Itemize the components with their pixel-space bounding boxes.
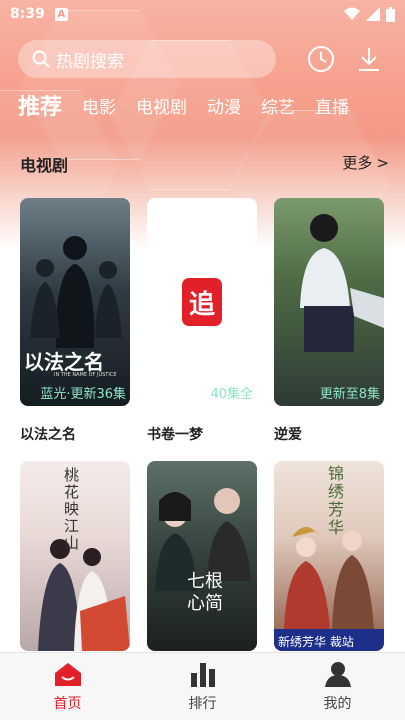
history-button[interactable] — [306, 44, 336, 74]
poster-title: 以法之名 — [24, 350, 104, 374]
more-link[interactable]: 更多 > — [342, 152, 389, 173]
section-title: 电视剧 — [20, 156, 69, 175]
episode-badge: 更新至8集 — [319, 387, 380, 402]
chevron-right-icon: > — [376, 153, 389, 172]
episode-badge: 40集全 — [210, 387, 253, 402]
app-logo-icon: 追 — [182, 278, 222, 326]
status-time: 8:39 — [10, 6, 45, 22]
tab-profile[interactable]: 我的 — [270, 653, 405, 720]
tab-home-label: 首页 — [53, 696, 82, 712]
status-bar: 8:39 A — [0, 0, 405, 28]
search-placeholder: 热剧搜索 — [56, 51, 124, 72]
poster-card[interactable]: 以法之名 IN THE NAME OF JUSTICE 蓝光·更新36集 — [20, 198, 130, 406]
title-label: 书卷一梦 — [147, 427, 203, 443]
ranking-icon — [188, 661, 218, 687]
tab-home[interactable]: 首页 — [0, 653, 135, 720]
episode-badge: 蓝光·更新36集 — [40, 387, 126, 402]
title-label: 以法之名 — [20, 427, 76, 443]
poster-card[interactable]: 七根心简 — [147, 461, 257, 651]
download-icon — [359, 48, 379, 71]
poster-card[interactable]: 追 40集全 — [147, 198, 257, 406]
tab-ranking-label: 排行 — [188, 696, 217, 712]
signal-icon — [366, 7, 380, 21]
tab-live[interactable]: 直播 — [315, 93, 349, 118]
category-tabs: 推荐 电影 电视剧 动漫 综艺 直播 — [18, 88, 349, 122]
poster-card[interactable]: 桃花映江山 — [20, 461, 130, 651]
poster-title: 桃花映江山 — [64, 466, 80, 552]
home-icon — [53, 661, 83, 687]
profile-icon — [323, 661, 353, 687]
tab-profile-label: 我的 — [323, 696, 352, 712]
poster-image — [300, 214, 384, 352]
more-label: 更多 — [342, 154, 373, 172]
wifi-icon — [344, 7, 360, 20]
clock-icon — [308, 46, 334, 72]
tab-movie[interactable]: 电影 — [82, 93, 116, 118]
poster-title: 七根心简 — [187, 571, 223, 614]
poster-image — [155, 488, 251, 591]
search-icon — [32, 50, 50, 68]
poster-card[interactable]: 锦绣芳华 新绣芳华 裁站 — [274, 461, 384, 651]
search-input[interactable]: 热剧搜索 — [18, 40, 276, 78]
tab-anime[interactable]: 动漫 — [207, 93, 241, 118]
poster-banner: 新绣芳华 裁站 — [278, 635, 354, 649]
poster-card[interactable]: 更新至8集 — [274, 198, 384, 406]
tab-recommend[interactable]: 推荐 — [18, 89, 62, 121]
poster-subtitle: IN THE NAME OF JUSTICE — [54, 372, 117, 378]
battery-icon — [386, 6, 395, 22]
tab-variety[interactable]: 综艺 — [261, 93, 295, 118]
title-label: 逆爱 — [274, 427, 302, 443]
poster-title: 锦绣芳华 — [328, 464, 345, 537]
bottom-tab-bar: 首页 排行 我的 — [0, 652, 405, 720]
tab-tv-series[interactable]: 电视剧 — [136, 93, 187, 118]
tab-ranking[interactable]: 排行 — [135, 653, 270, 720]
download-button[interactable] — [354, 44, 384, 74]
notification-icon: A — [54, 7, 68, 21]
